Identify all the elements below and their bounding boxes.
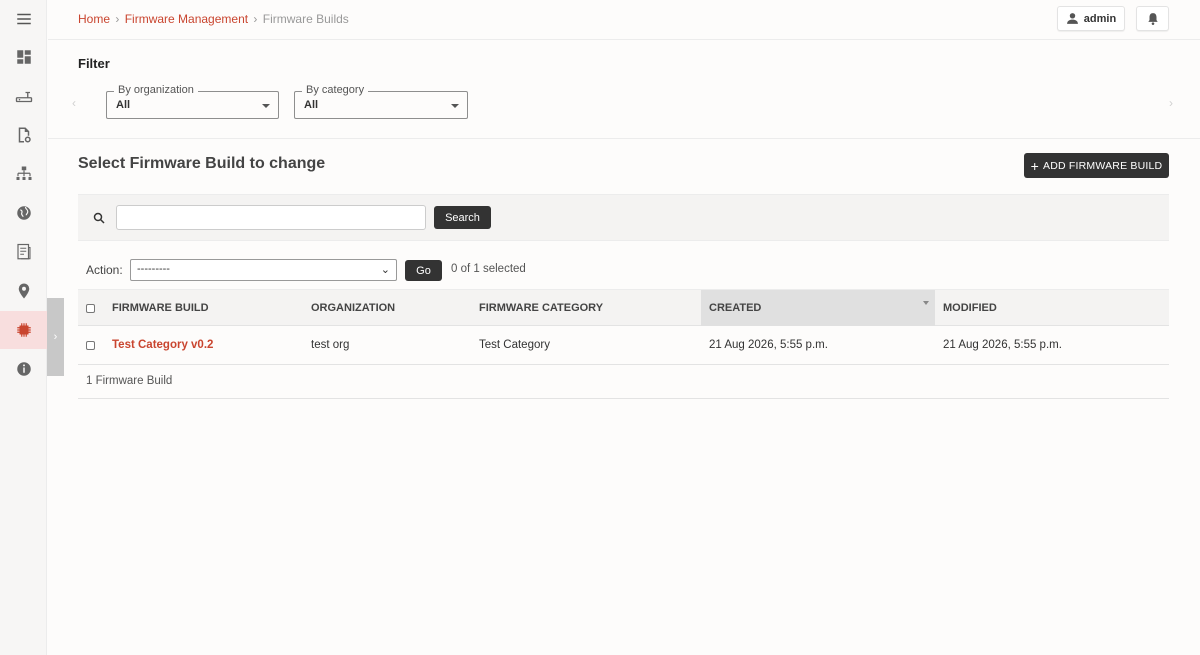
sidebar-item-info[interactable] [0, 350, 47, 388]
sidebar [0, 0, 47, 655]
search-input[interactable] [116, 205, 426, 230]
filter-by-organization[interactable]: By organization All [106, 84, 279, 119]
document-icon [16, 243, 31, 260]
filter-title: Filter [78, 56, 110, 71]
column-header-created[interactable]: CREATED [701, 290, 935, 326]
breadcrumb: Home › Firmware Management › Firmware Bu… [78, 12, 349, 26]
column-header-firmware-category[interactable]: FIRMWARE CATEGORY [471, 290, 701, 326]
sidebar-item-locations[interactable] [0, 272, 47, 310]
action-label: Action: [86, 263, 123, 277]
column-header-organization[interactable]: ORGANIZATION [303, 290, 471, 326]
file-settings-icon [18, 127, 31, 143]
filter-by-organization-label: By organization [114, 84, 198, 96]
sidebar-expand-toggle[interactable]: › [47, 298, 64, 376]
dashboard-icon [16, 50, 31, 64]
sidebar-item-geo[interactable] [0, 194, 47, 232]
cell-organization: test org [311, 339, 350, 351]
cell-firmware-build: Test Category v0.2 [104, 326, 303, 364]
breadcrumb-separator: › [115, 12, 120, 26]
result-count: 1 Firmware Build [78, 365, 1169, 399]
user-menu-button[interactable]: admin [1057, 6, 1125, 31]
info-icon [16, 362, 31, 376]
action-select[interactable]: --------- ⌄ [130, 259, 397, 281]
selected-count: 0 of 1 selected [451, 263, 526, 275]
caret-down-icon [262, 104, 270, 108]
menu-toggle-button[interactable] [0, 0, 47, 38]
filter-scroll-right-button[interactable]: › [1169, 96, 1173, 110]
sidebar-item-devices[interactable] [0, 78, 47, 116]
table-header: FIRMWARE BUILD ORGANIZATION FIRMWARE CAT… [78, 289, 1169, 326]
action-select-value: --------- [137, 263, 170, 275]
search-button[interactable]: Search [434, 206, 491, 229]
user-name: admin [1083, 12, 1117, 25]
add-firmware-build-label: ADD FIRMWARE BUILD [1043, 159, 1163, 172]
sidebar-item-dashboard[interactable] [0, 38, 47, 76]
results-table: FIRMWARE BUILD ORGANIZATION FIRMWARE CAT… [78, 289, 1169, 399]
filter-by-organization-value: All [116, 99, 131, 111]
cell-created: 21 Aug 2026, 5:55 p.m. [709, 339, 828, 351]
router-device-icon [15, 91, 32, 103]
sidebar-item-firmware[interactable] [0, 311, 47, 349]
go-button[interactable]: Go [405, 260, 442, 281]
firmware-build-link[interactable]: Test Category v0.2 [112, 339, 213, 351]
menu-icon [16, 13, 31, 25]
breadcrumb-home-link[interactable]: Home [78, 12, 110, 26]
chip-icon [16, 323, 31, 337]
filter-by-category-label: By category [302, 84, 369, 96]
select-all-checkbox[interactable] [86, 303, 95, 313]
topbar: Home › Firmware Management › Firmware Bu… [48, 0, 1200, 40]
filter-by-category[interactable]: By category All [294, 84, 468, 119]
row-checkbox[interactable] [86, 340, 95, 350]
location-pin-icon [18, 283, 29, 299]
sort-descending-icon[interactable] [923, 301, 929, 305]
plus-icon: + [1030, 157, 1040, 174]
table-row: Test Category v0.2 test org Test Categor… [78, 326, 1169, 365]
page-title: Select Firmware Build to change [78, 155, 326, 172]
sidebar-item-templates[interactable] [0, 116, 47, 154]
caret-down-icon [451, 104, 459, 108]
breadcrumb-separator: › [253, 12, 258, 26]
filter-panel: Filter ‹ By organization All By category… [48, 40, 1200, 139]
column-header-created-label: CREATED [709, 302, 762, 314]
globe-icon [16, 206, 31, 220]
filter-by-category-value: All [304, 99, 319, 111]
search-icon [93, 212, 105, 224]
column-header-firmware-build[interactable]: FIRMWARE BUILD [104, 290, 303, 326]
breadcrumb-current: Firmware Builds [262, 12, 349, 26]
network-topology-icon [16, 166, 31, 180]
sidebar-item-topology[interactable] [0, 155, 47, 193]
bell-icon [1147, 12, 1158, 25]
select-all-cell [78, 290, 104, 326]
chevron-right-icon: › [53, 331, 58, 343]
chevron-down-icon: ⌄ [380, 264, 390, 276]
breadcrumb-section-link[interactable]: Firmware Management [125, 12, 248, 26]
row-select-cell [78, 326, 104, 364]
cell-firmware-category: Test Category [479, 339, 550, 351]
filter-scroll-left-button[interactable]: ‹ [72, 96, 76, 110]
cell-modified: 21 Aug 2026, 5:55 p.m. [943, 339, 1062, 351]
actions-bar: Action: --------- ⌄ Go 0 of 1 selected [78, 258, 1169, 282]
column-header-modified[interactable]: MODIFIED [935, 290, 1169, 326]
user-icon [1066, 13, 1078, 24]
notifications-button[interactable] [1136, 6, 1169, 31]
sidebar-item-reports[interactable] [0, 233, 47, 271]
add-firmware-build-button[interactable]: + ADD FIRMWARE BUILD [1024, 153, 1169, 178]
search-bar: Search [78, 194, 1169, 241]
